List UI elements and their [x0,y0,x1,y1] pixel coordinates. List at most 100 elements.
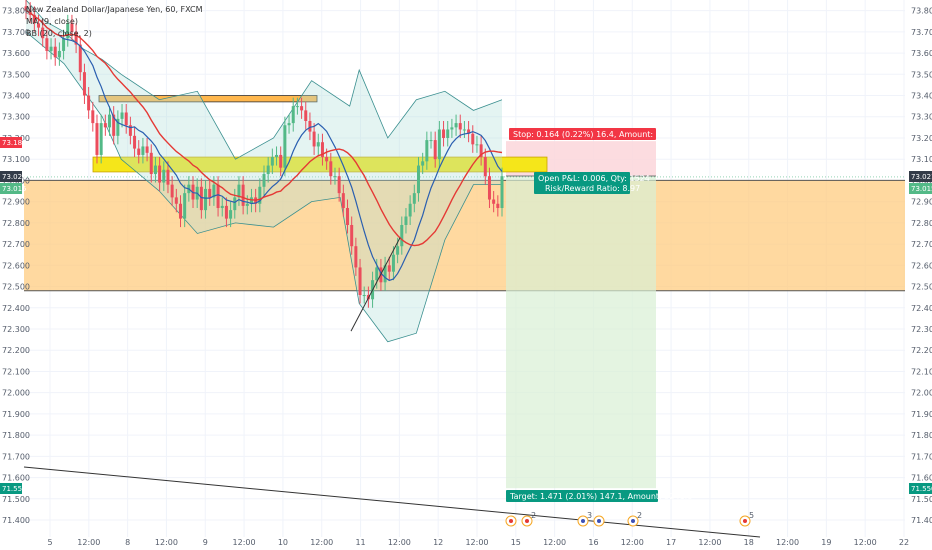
candle-body [199,186,203,211]
x-tick-label: 12:00 [854,538,877,547]
candle-body [400,224,404,247]
candle-body [492,199,496,204]
x-tick-label: 15 [511,538,521,547]
candle-body [82,72,86,96]
candle-body [233,197,237,211]
candle-body [421,161,425,166]
candle-body [137,148,141,155]
target-box-text: Target: 1.471 (2.01%) 147.1, Amount: 324… [509,492,692,501]
candle-body [358,267,362,296]
event-count: 5 [749,511,754,520]
candle-body [95,123,99,155]
y-tick-label-left: 71.500 [2,495,30,504]
candle-body [446,129,450,138]
y-tick-label-left: 72.900 [2,198,30,207]
x-tick-label: 12:00 [621,538,644,547]
candle-body [375,267,379,281]
candle-body [442,129,446,138]
candle-body [346,208,350,225]
candle-body [412,193,416,204]
candle-body [416,165,420,194]
y-tick-label-right: 71.600 [911,474,932,483]
x-tick-label: 12:00 [543,538,566,547]
candle-body [312,131,316,147]
y-tick-label-right: 72.500 [911,283,932,292]
x-tick-label: 9 [203,538,208,547]
x-tick-label: 12:00 [155,538,178,547]
candle-body [49,46,53,51]
y-tick-label-left: 71.800 [2,431,30,440]
candle-body [141,146,145,155]
candle-body [404,216,408,225]
event-dot [509,519,513,523]
candle-body [78,44,82,73]
candle-body [91,110,95,124]
candle-body [266,165,270,175]
candle-body [425,140,429,162]
y-tick-label-right: 73.200 [911,134,932,143]
y-tick-label-left: 71.700 [2,452,30,461]
y-tick-label-right: 71.700 [911,452,932,461]
candle-body [433,140,437,160]
candle-body [45,38,49,51]
candle-body [487,176,491,200]
candle-body [496,203,500,209]
y-tick-label-right: 73.400 [911,92,932,101]
candle-body [408,203,412,217]
candle-body [341,193,345,209]
candle-body [437,129,441,160]
target-box[interactable]: Target: 1.471 (2.01%) 147.1, Amount: 324… [506,490,692,502]
y-tick-label-right: 72.700 [911,240,932,249]
y-tick-label-right: 73.300 [911,113,932,122]
x-tick-label: 11 [355,538,365,547]
candle-body [120,112,124,119]
x-tick-label: 19 [821,538,831,547]
y-tick-label-right: 73.800 [911,7,932,16]
price-chart[interactable]: 73.800 73.700 73.600 73.500 73.400 73.300 73.2… [0,0,932,550]
tag-current2-left-text: 73.015 [2,185,27,193]
y-tick-label-right: 72.200 [911,346,932,355]
candle-body [220,205,224,209]
y-tick-label-right: 71.500 [911,495,932,504]
y-tick-label-left: 71.600 [2,474,30,483]
candle-body [429,140,433,142]
x-tick-label: 12:00 [233,538,256,547]
y-tick-label-right: 71.900 [911,410,932,419]
y-tick-label-left: 73.400 [2,92,30,101]
candle-body [174,197,178,204]
y-tick-label-left: 73.300 [2,113,30,122]
event-count: 2 [531,511,536,520]
candle-body [396,246,400,255]
candle-body [462,129,466,131]
candle-body [350,224,354,247]
x-axis[interactable]: 5 12:00 8 12:00 9 12:00 10 12:00 11 12:00 12 12:00 1… [47,538,909,547]
candle-body [450,127,454,130]
candle-body [483,157,487,177]
y-tick-label-left: 72.300 [2,325,30,334]
candle-body [149,152,153,175]
stop-box-text: Stop: 0.164 (0.22%) 16.4, Amount: 750.06 [513,130,684,139]
candle-body [333,176,337,178]
tag-stop-left-text: 73.185 [2,139,27,147]
y-tick-label-left: 73.500 [2,70,30,79]
y-tick-label-left: 72.600 [2,261,30,270]
tag-current-right-text: 73.021 [911,173,932,181]
x-tick-label: 12:00 [77,538,100,547]
candle-body [99,123,103,155]
candle-body [391,254,395,272]
candle-body [295,106,299,108]
candle-body [300,106,304,111]
target-zone [506,175,656,489]
candle-body [454,123,458,128]
event-dot [743,519,747,523]
candle-body [354,246,358,268]
legend-bb: BB (20, close, 2) [26,29,92,38]
candle-body [145,146,149,153]
y-tick-label-right: 72.800 [911,219,932,228]
x-tick-label: 12:00 [465,538,488,547]
y-tick-label-left: 72.200 [2,346,30,355]
y-tick-label-right: 73.600 [911,49,932,58]
candle-body [475,144,479,146]
stop-box[interactable]: Stop: 0.164 (0.22%) 16.4, Amount: 750.06 [509,128,684,140]
y-tick-label-left: 72.100 [2,367,30,376]
